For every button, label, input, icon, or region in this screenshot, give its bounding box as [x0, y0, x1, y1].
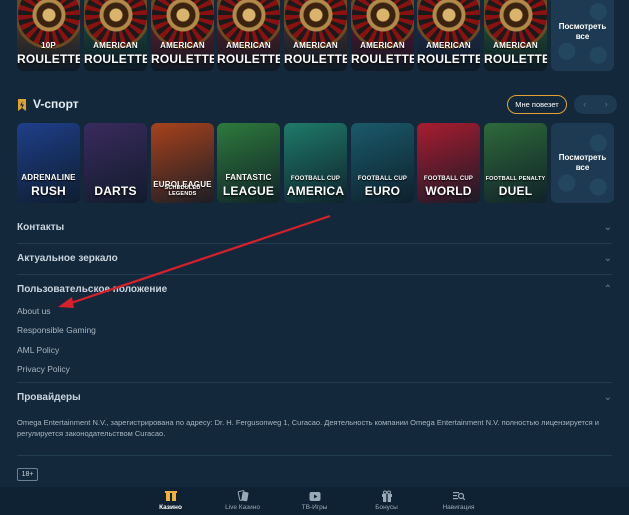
game-title-top: FOOTBALL CUP — [423, 176, 474, 182]
chevron-left-icon[interactable]: ‹ — [574, 95, 596, 114]
game-title: RUSH — [31, 184, 66, 198]
game-title-top: 10P — [41, 41, 56, 50]
game-tile[interactable]: AMERICAN ROULETTE — [84, 0, 147, 71]
game-title: ROULETTE — [84, 52, 147, 66]
game-title-top: AMERICAN — [160, 41, 205, 50]
game-title-top: FANTASTIC — [225, 173, 272, 182]
see-all-button[interactable]: Посмотреть все — [551, 0, 614, 71]
nav-tv-games[interactable]: ТВ-Игры — [279, 487, 351, 515]
game-tile[interactable]: AMERICAN ROULETTE — [217, 0, 280, 71]
nav-label: Навигация — [442, 504, 475, 511]
game-title: DUEL — [498, 184, 533, 198]
game-title: AMERICA — [286, 184, 345, 198]
game-tile[interactable]: FOOTBALL CUP EURO — [351, 123, 414, 203]
game-title: ROULETTE — [484, 52, 547, 66]
game-title-top: AMERICAN — [360, 41, 405, 50]
divider — [17, 382, 612, 383]
game-tile[interactable]: AMERICAN ROULETTE — [284, 0, 347, 71]
game-title-top: FOOTBALL CUP — [290, 176, 341, 182]
game-title: LEAGUE — [222, 184, 275, 198]
game-tile[interactable]: AMERICAN ROULETTE — [417, 0, 480, 71]
footer-link-privacy-policy[interactable]: Privacy Policy — [17, 364, 70, 374]
section-header: V-спорт Мне повезет ‹ › — [17, 95, 617, 114]
nav-live-casino[interactable]: Live Казино — [207, 487, 279, 515]
roulette-row: 10P ROULETTE AMERICAN ROULETTE AMERICAN ROU… — [17, 0, 617, 71]
game-title: ROULETTE — [217, 52, 280, 66]
nav-label: Бонусы — [375, 504, 398, 511]
nav-bonuses[interactable]: Бонусы — [351, 487, 423, 515]
game-tile[interactable]: FOOTBALL PENALTY DUEL — [484, 123, 547, 203]
legal-text: Omega Entertainment N.V., зарегистрирова… — [17, 418, 599, 438]
casino-icon — [164, 491, 177, 501]
game-title-top: AMERICAN — [426, 41, 471, 50]
accordion-providers[interactable]: Провайдеры ⌄ — [17, 392, 612, 403]
game-tile[interactable]: FOOTBALL CUP WORLD — [417, 123, 480, 203]
divider — [17, 274, 612, 275]
game-tile[interactable]: FOOTBALL CUP AMERICA — [284, 123, 347, 203]
game-title: ROULETTE — [351, 52, 414, 66]
vsport-games-row: ADRENALINE RUSH DARTS EUROLEAGUE SCHEDULED… — [17, 123, 617, 203]
game-tile[interactable]: AMERICAN ROULETTE — [151, 0, 214, 71]
game-title: ROULETTE — [151, 52, 214, 66]
game-title: DARTS — [94, 184, 137, 198]
gift-icon — [381, 490, 392, 502]
divider — [17, 243, 612, 244]
bottom-navigation: Казино Live Казино ТВ-Игры Бонусы Навига… — [0, 487, 629, 515]
accordion-mirror[interactable]: Актуальное зеркало ⌄ — [17, 253, 612, 264]
game-tile[interactable]: FANTASTIC LEAGUE — [217, 123, 280, 203]
accordion-title: Пользовательское положение — [17, 284, 168, 295]
game-tile[interactable]: EUROLEAGUE SCHEDULED LEGENDS — [151, 123, 214, 203]
game-tile[interactable]: DARTS — [84, 123, 147, 203]
footer-link-aml-policy[interactable]: AML Policy — [17, 345, 59, 355]
nav-label: Казино — [159, 504, 182, 511]
section-title: V-спорт — [33, 97, 79, 111]
chevron-down-icon: ⌄ — [603, 392, 612, 403]
navigation-search-icon — [452, 492, 465, 501]
game-title-top: AMERICAN — [93, 41, 138, 50]
nav-navigation[interactable]: Навигация — [423, 487, 495, 515]
game-tile[interactable]: ADRENALINE RUSH — [17, 123, 80, 203]
accordion-title: Контакты — [17, 222, 65, 233]
nav-label: ТВ-Игры — [301, 504, 328, 511]
age-badge: 18+ — [17, 468, 38, 481]
game-tile[interactable]: 10P ROULETTE — [17, 0, 80, 71]
game-title: SCHEDULED LEGENDS — [164, 185, 201, 197]
chevron-up-icon: ⌃ — [603, 284, 612, 295]
feeling-lucky-button[interactable]: Мне повезет — [507, 95, 567, 114]
footer-link-responsible-gaming[interactable]: Responsible Gaming — [17, 325, 96, 335]
accordion-title: Актуальное зеркало — [17, 253, 118, 264]
chevron-down-icon: ⌄ — [603, 253, 612, 264]
nav-label: Live Казино — [225, 504, 260, 511]
game-tile[interactable]: AMERICAN ROULETTE — [484, 0, 547, 71]
game-title: WORLD — [425, 184, 472, 198]
accordion-title: Провайдеры — [17, 392, 81, 403]
nav-casino[interactable]: Казино — [135, 487, 207, 515]
game-title-top: AMERICAN — [226, 41, 271, 50]
lightning-bookmark-icon — [18, 99, 26, 111]
accordion-terms[interactable]: Пользовательское положение ⌃ — [17, 284, 612, 295]
accordion-contacts[interactable]: Контакты ⌄ — [17, 222, 612, 233]
chevron-down-icon: ⌄ — [603, 222, 612, 233]
cards-icon — [237, 490, 248, 502]
divider — [17, 455, 612, 456]
carousel-arrows: ‹ › — [574, 95, 617, 114]
game-title-top: ADRENALINE — [21, 173, 76, 182]
game-tile[interactable]: AMERICAN ROULETTE — [351, 0, 414, 71]
tv-play-icon — [309, 492, 320, 501]
game-title: ROULETTE — [417, 52, 480, 66]
see-all-button[interactable]: Посмотреть все — [551, 123, 614, 203]
game-title-top: FOOTBALL CUP — [357, 176, 408, 182]
chevron-right-icon[interactable]: › — [596, 95, 618, 114]
game-title-top: AMERICAN — [293, 41, 338, 50]
game-title: ROULETTE — [17, 52, 80, 66]
game-title: EURO — [364, 184, 401, 198]
game-title-top: AMERICAN — [493, 41, 538, 50]
game-title-top: FOOTBALL PENALTY — [485, 176, 546, 182]
footer-link-about[interactable]: About us — [17, 306, 51, 316]
game-title: ROULETTE — [284, 52, 347, 66]
